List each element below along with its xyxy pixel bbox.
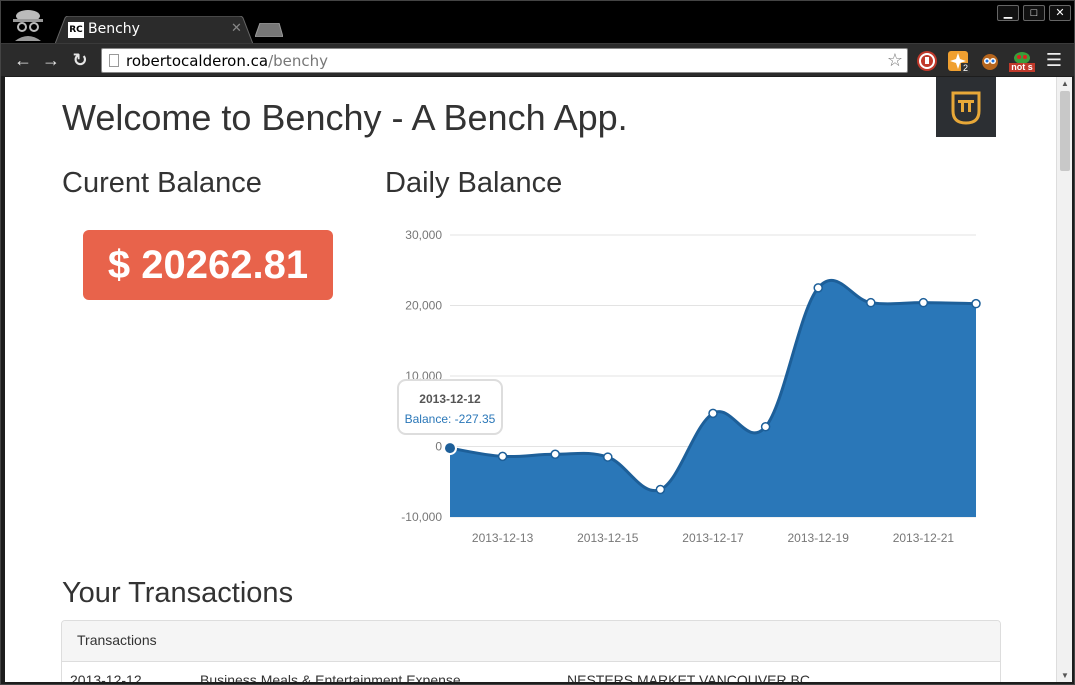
tooltip-title: 2013-12-12 <box>419 392 481 406</box>
data-point[interactable] <box>971 298 981 309</box>
extension-label: not s <box>1009 63 1035 72</box>
x-tick-label: 2013-12-21 <box>893 531 955 545</box>
page-scrollbar[interactable]: ▲ ▼ <box>1056 77 1072 682</box>
extension-badge: 2 <box>961 63 971 73</box>
maximize-button[interactable]: □ <box>1023 5 1045 21</box>
data-point[interactable] <box>760 422 771 432</box>
new-tab-button[interactable] <box>255 23 283 37</box>
chart-y-ticks: -10,000010,00020,00030,000 <box>401 228 442 524</box>
chart-tooltip: 2013-12-12 Balance: -227.35 <box>397 379 503 435</box>
y-tick-label: -10,000 <box>401 510 442 524</box>
y-tick-label: 0 <box>435 440 442 454</box>
url-host: robertocalderon.ca <box>126 52 269 70</box>
balance-area <box>450 280 976 517</box>
tab-benchy[interactable] <box>55 16 253 44</box>
data-point[interactable] <box>655 484 666 495</box>
owl-extension-icon[interactable] <box>980 51 1000 71</box>
pi-logo-icon[interactable] <box>936 77 996 137</box>
reload-icon[interactable]: ↻ <box>70 50 90 70</box>
current-balance-badge: $ 20262.81 <box>83 230 333 300</box>
table-row[interactable]: 2013-12-12 Business Meals & Entertainmen… <box>62 662 1000 682</box>
transaction-date: 2013-12-12 <box>70 672 142 682</box>
minimize-button[interactable]: ▁ <box>997 5 1019 21</box>
daily-balance-chart[interactable]: -10,000010,00020,00030,000 2013-12-13 201… <box>375 217 995 557</box>
page-title: Welcome to Benchy - A Bench App. <box>62 97 628 138</box>
current-balance-heading: Curent Balance <box>62 167 262 199</box>
data-point[interactable] <box>918 297 929 308</box>
data-point[interactable] <box>497 451 508 462</box>
tab-title: Benchy <box>88 21 140 37</box>
scroll-up-arrow-icon[interactable]: ▲ <box>1061 79 1069 88</box>
url-text: robertocalderon.ca/benchy <box>126 52 328 70</box>
menu-icon[interactable]: ☰ <box>1044 51 1064 71</box>
incognito-icon <box>13 10 43 41</box>
chart-x-ticks: 2013-12-13 2013-12-15 2013-12-17 2013-12-19… <box>472 531 955 545</box>
data-point[interactable] <box>550 449 560 460</box>
page-icon <box>109 54 119 67</box>
y-tick-label: 20,000 <box>405 299 442 313</box>
scroll-thumb[interactable] <box>1060 91 1070 171</box>
url-path: /benchy <box>268 52 329 70</box>
sparkle-extension-icon[interactable]: 2 <box>948 51 971 73</box>
browser-window: RC Benchy ✕ ▁ □ ✕ ← → ↻ robertocalderon.… <box>0 0 1075 685</box>
rc-favicon-icon: RC <box>68 22 84 38</box>
scroll-down-arrow-icon[interactable]: ▼ <box>1061 671 1069 680</box>
address-bar[interactable]: robertocalderon.ca/benchy ☆ <box>101 48 908 73</box>
tooltip-label: Balance: -227.35 <box>405 412 496 426</box>
title-bar: RC Benchy ✕ ▁ □ ✕ <box>1 1 1074 44</box>
forward-arrow-icon[interactable]: → <box>41 50 61 70</box>
data-point[interactable] <box>813 283 823 293</box>
browser-toolbar: ← → ↻ robertocalderon.ca/benchy ☆ 2 not … <box>1 43 1074 76</box>
x-tick-label: 2013-12-13 <box>472 531 534 545</box>
x-tick-label: 2013-12-15 <box>577 531 639 545</box>
transaction-category: Business Meals & Entertainment Expense <box>200 672 461 682</box>
data-point[interactable] <box>443 441 457 456</box>
page-viewport: Welcome to Benchy - A Bench App. Curent … <box>5 77 1056 682</box>
data-point[interactable] <box>603 452 613 462</box>
transactions-panel-title: Transactions <box>62 621 1000 662</box>
y-tick-label: 30,000 <box>405 228 442 242</box>
transaction-company: NESTERS MARKET VANCOUVER BC <box>567 672 810 682</box>
adblock-extension-icon[interactable] <box>917 51 937 71</box>
notscripts-extension-icon[interactable]: not s <box>1009 51 1035 72</box>
data-point[interactable] <box>708 408 718 419</box>
x-tick-label: 2013-12-17 <box>682 531 744 545</box>
transactions-heading: Your Transactions <box>62 577 294 609</box>
data-point[interactable] <box>866 297 876 308</box>
x-tick-label: 2013-12-19 <box>788 531 850 545</box>
back-arrow-icon[interactable]: ← <box>13 50 33 70</box>
close-window-button[interactable]: ✕ <box>1049 5 1071 21</box>
bookmark-star-icon[interactable]: ☆ <box>887 50 903 71</box>
transactions-panel: Transactions 2013-12-12 Business Meals &… <box>61 620 1001 682</box>
tab-close-icon[interactable]: ✕ <box>231 20 242 36</box>
daily-balance-heading: Daily Balance <box>385 167 563 199</box>
